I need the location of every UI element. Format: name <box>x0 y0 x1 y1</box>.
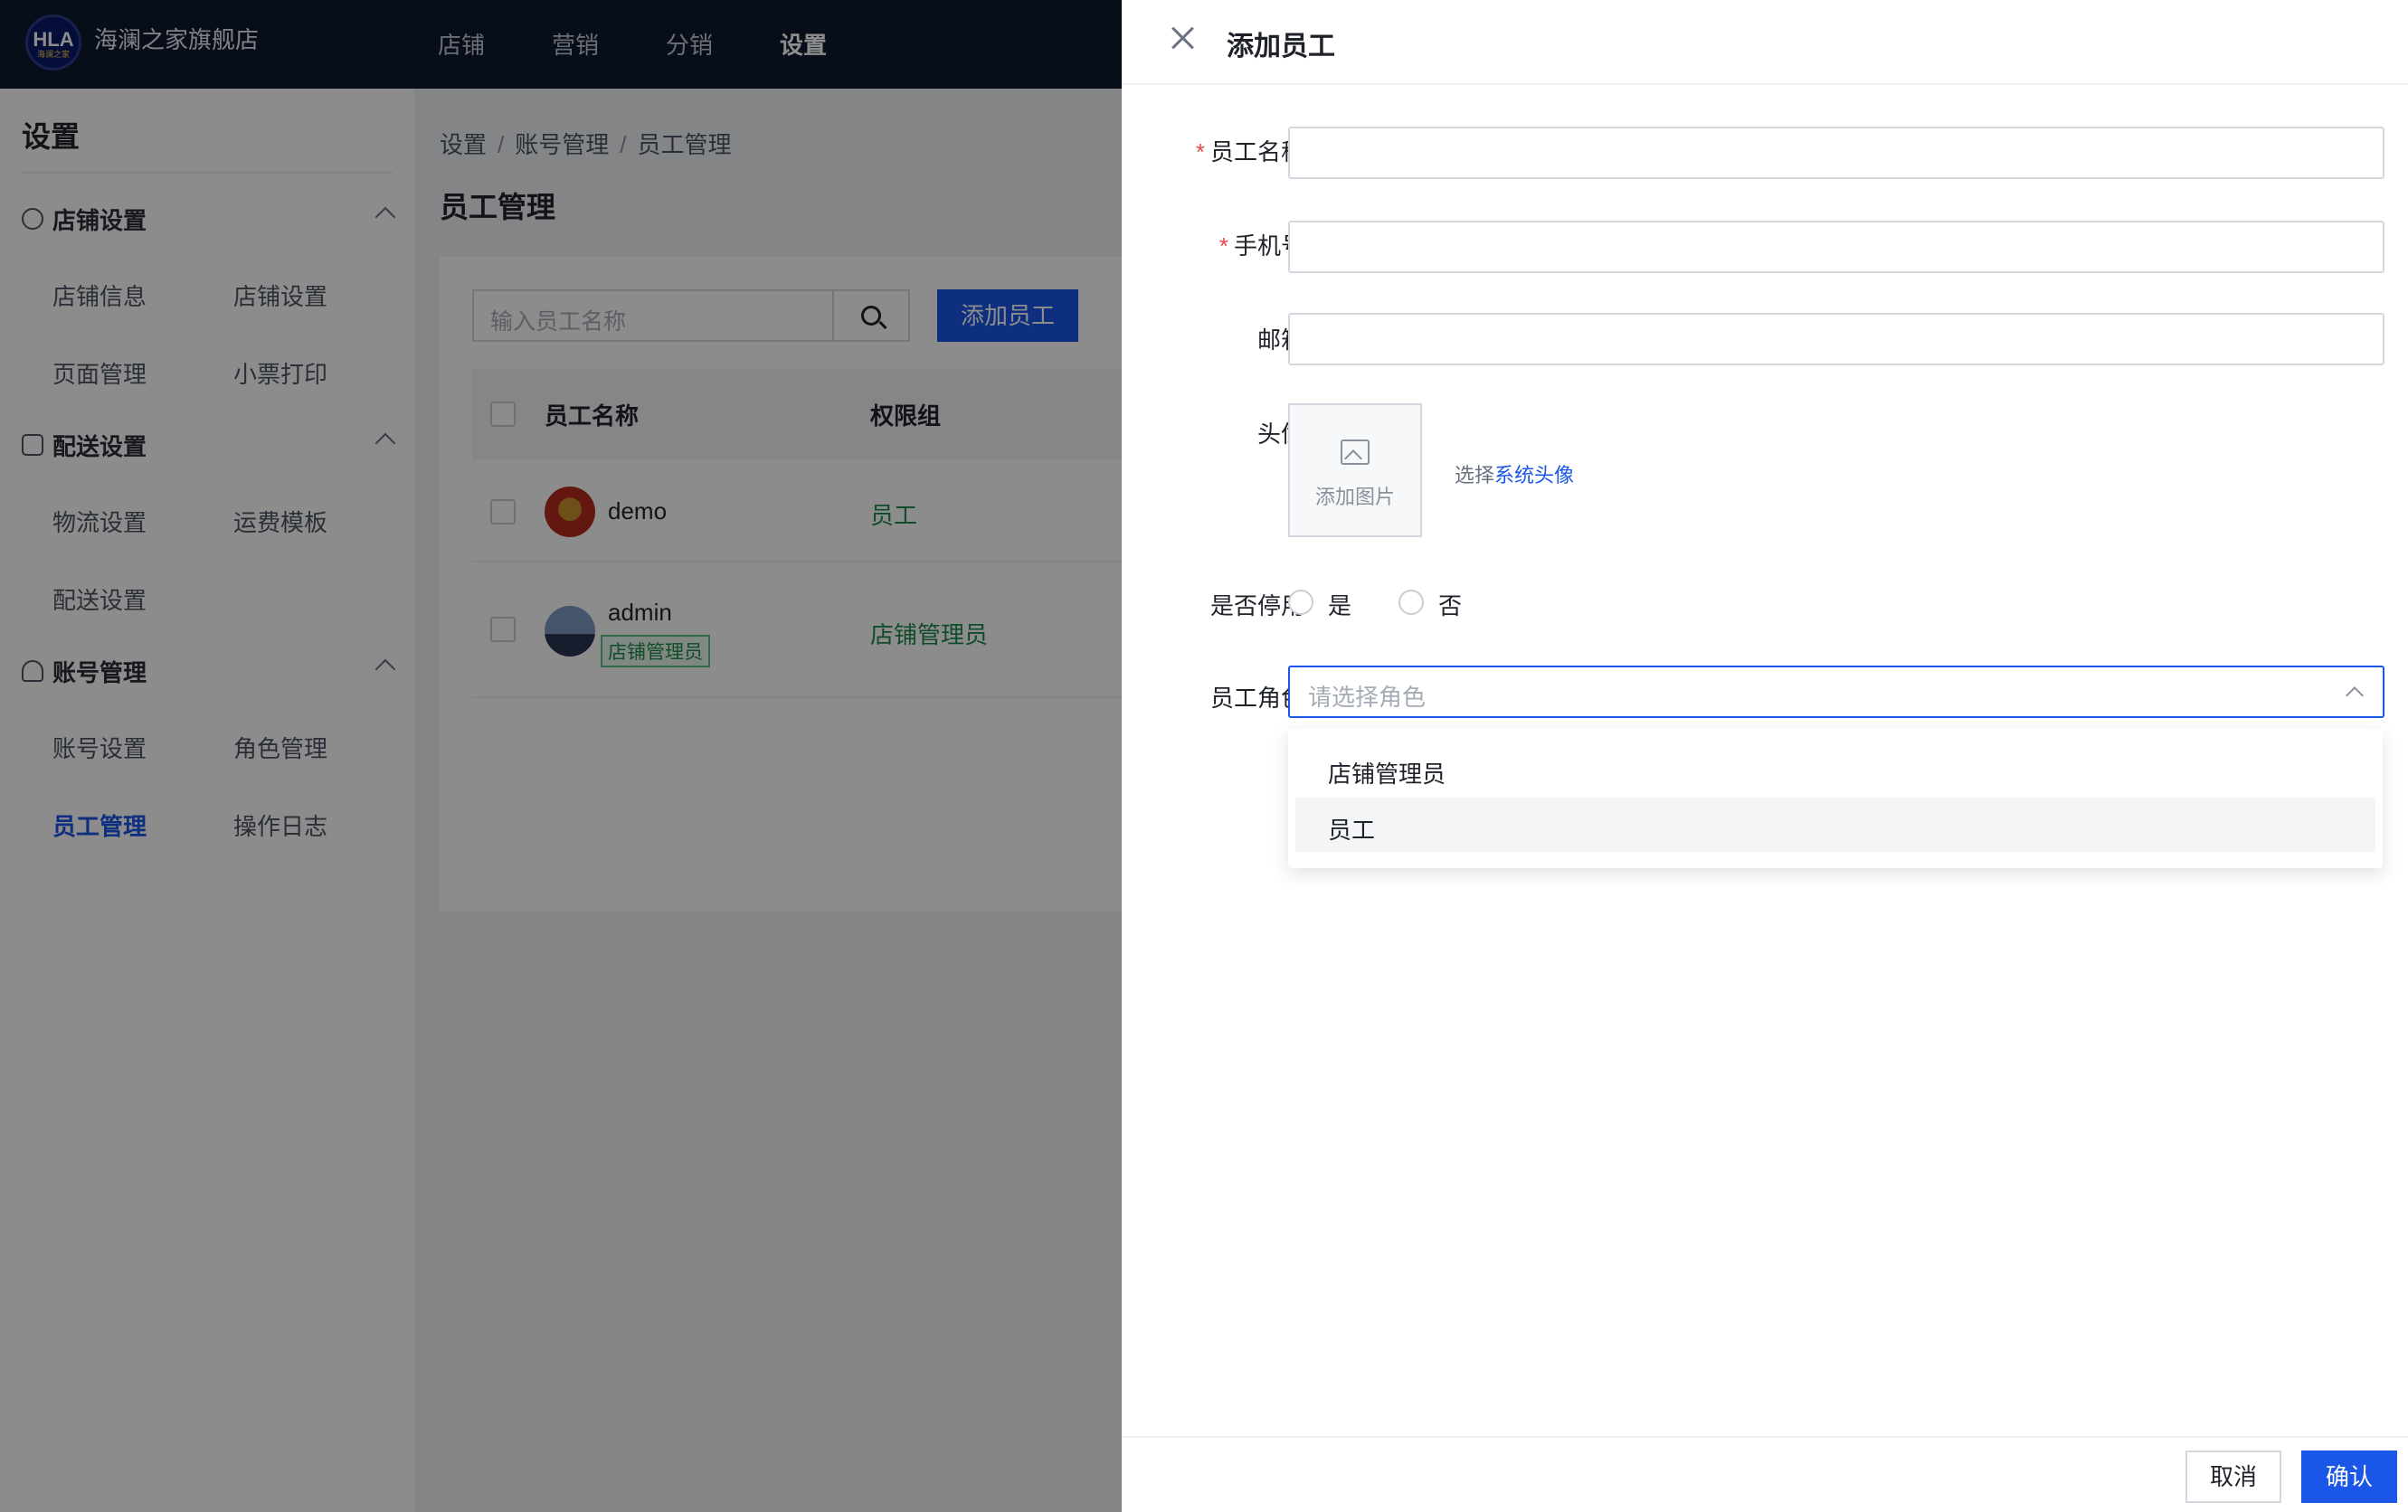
disable-no-label[interactable]: 否 <box>1438 588 1462 621</box>
role-dropdown: 店铺管理员 员工 <box>1288 729 2383 868</box>
drawer-title: 添加员工 <box>1227 32 1335 61</box>
cancel-button[interactable]: 取消 <box>2185 1451 2281 1503</box>
upload-label: 添加图片 <box>1314 486 1395 508</box>
role-placeholder: 请选择角色 <box>1308 684 1427 711</box>
disable-yes-radio[interactable] <box>1288 590 1313 615</box>
email-field[interactable] <box>1288 313 2384 365</box>
chevron-up-icon <box>2346 686 2364 704</box>
drawer-footer-divider <box>1122 1436 2408 1438</box>
role-option-staff[interactable]: 员工 <box>1295 798 2375 852</box>
disable-no-radio[interactable] <box>1398 590 1424 615</box>
staff-name-field[interactable] <box>1288 127 2384 179</box>
phone-field[interactable] <box>1288 221 2384 273</box>
role-option-shop-admin[interactable]: 店铺管理员 <box>1295 742 2375 796</box>
close-icon[interactable] <box>1171 25 1196 51</box>
disable-yes-label[interactable]: 是 <box>1328 588 1351 621</box>
pick-prefix: 选择 <box>1455 464 1495 487</box>
pick-system-avatar: 选择系统头像 <box>1455 459 1574 488</box>
confirm-button[interactable]: 确认 <box>2301 1451 2397 1503</box>
avatar-upload[interactable]: 添加图片 <box>1288 403 1422 537</box>
required-mark: * <box>1218 232 1228 260</box>
required-mark: * <box>1195 138 1205 165</box>
drawer-header: 添加员工 <box>1122 0 2408 85</box>
image-add-icon <box>1341 439 1370 465</box>
add-staff-drawer: 添加员工 * 员工名称 * 手机号 邮箱 头像 添加图片 选择系统头像 是否停用 是… <box>1122 0 2408 1512</box>
role-select[interactable]: 请选择角色 <box>1288 666 2384 718</box>
system-avatar-link[interactable]: 系统头像 <box>1494 464 1574 487</box>
